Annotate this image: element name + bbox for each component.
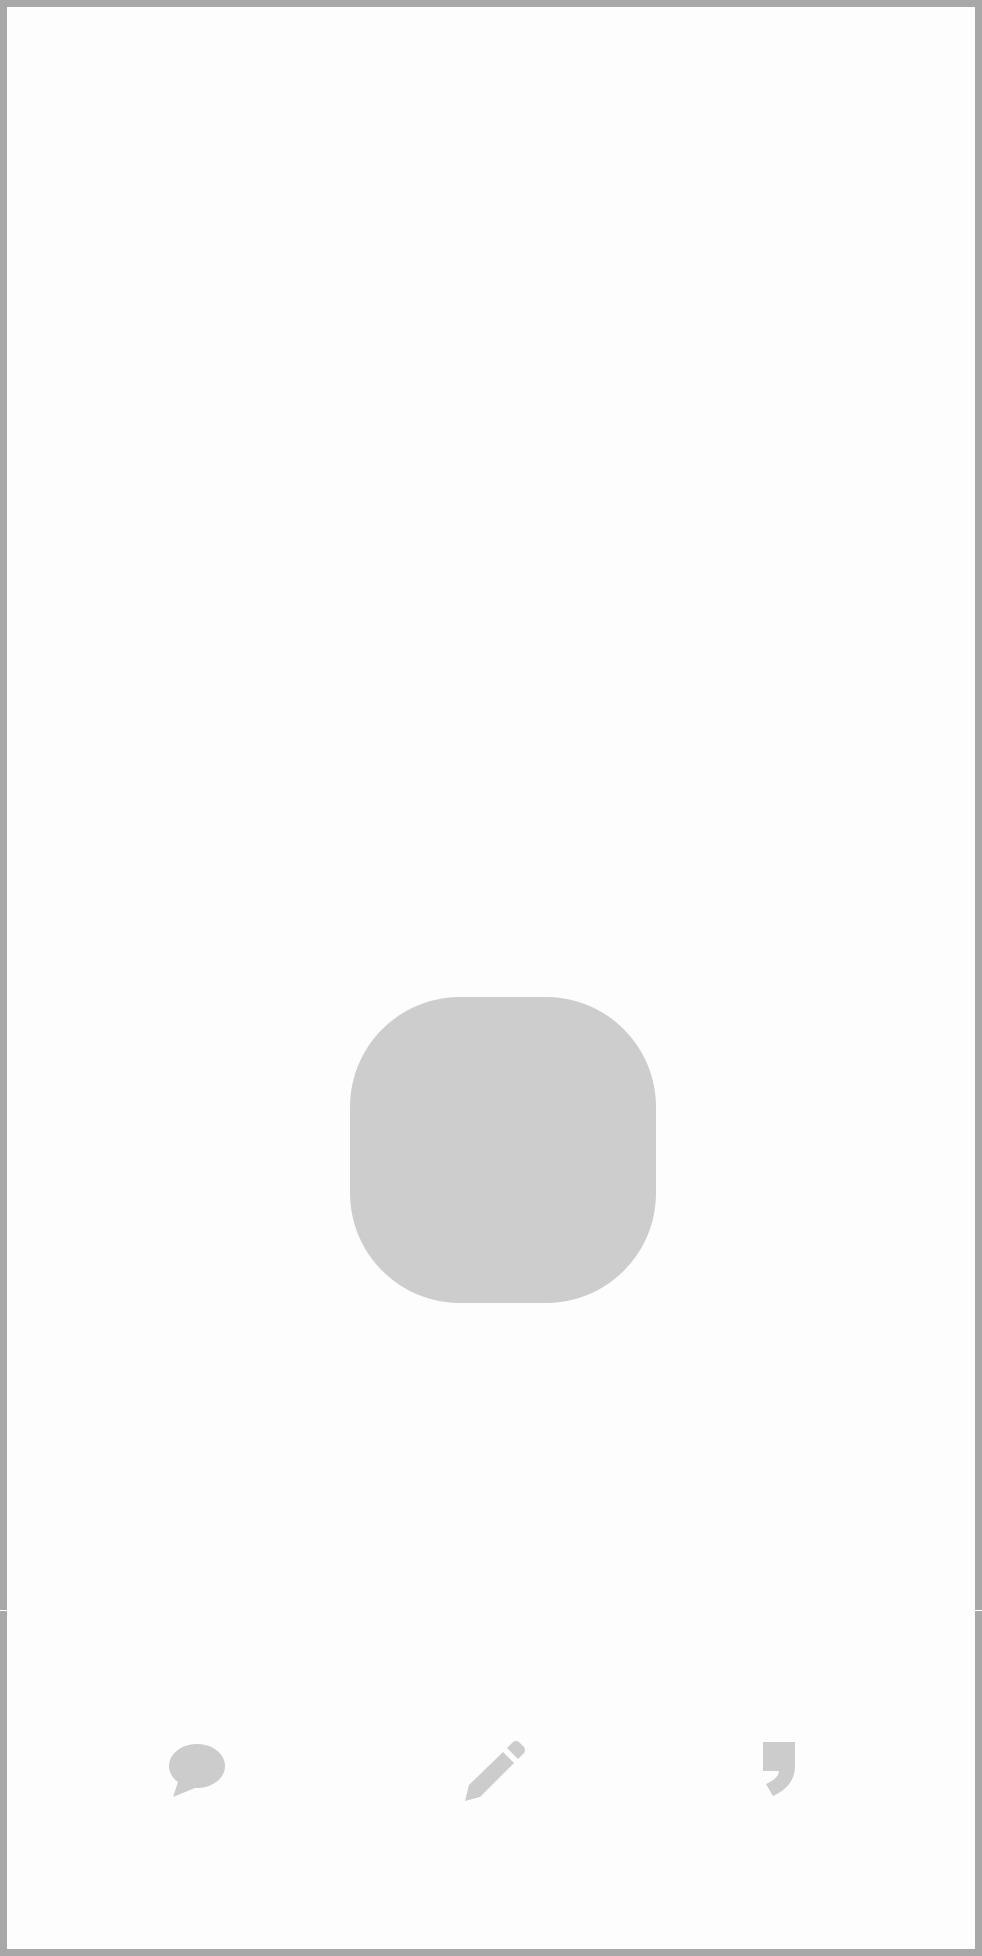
content-area xyxy=(14,14,982,1617)
pencil-icon xyxy=(465,1741,525,1801)
bottom-tab-bar xyxy=(7,1611,975,1949)
quote-button[interactable] xyxy=(722,1711,842,1831)
speech-bubble-icon xyxy=(169,1744,225,1797)
quote-icon xyxy=(763,1742,795,1796)
comment-button[interactable] xyxy=(135,1711,255,1831)
image-placeholder xyxy=(350,997,656,1303)
edit-button[interactable] xyxy=(435,1711,555,1831)
